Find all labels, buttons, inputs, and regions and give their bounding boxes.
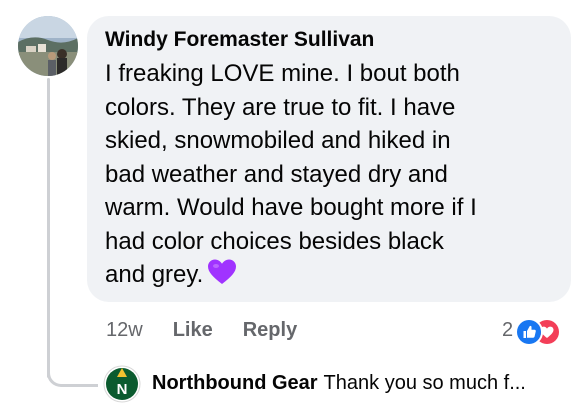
comment-text-line: I freaking LOVE mine. I bout both [105,60,460,87]
comment-author[interactable]: Windy Foremaster Sullivan [105,26,553,54]
comment-text-line: and grey. [105,261,204,288]
northbound-logo-icon: N [103,365,141,403]
reaction-summary[interactable]: 2 [502,316,562,346]
comment-text-line: skied, snowmobiled and hiked in [105,127,451,154]
purple-heart-icon [207,258,237,296]
reply-button[interactable]: Reply [243,319,297,342]
like-icon [515,318,544,346]
reaction-count: 2 [502,318,514,341]
comment-text-line: colors. They are true to fit. I have [105,93,456,121]
reply-preview[interactable]: Northbound Gear Thank you so much f... [152,368,526,398]
reply-avatar[interactable]: N [103,365,141,403]
comment-text-line: bad weather and stayed dry and [105,160,448,188]
commenter-avatar[interactable] [18,16,78,76]
comment-text-line: had color choices besides black [105,227,444,255]
reply-text-preview: Thank you so much f... [323,371,526,394]
comment-timestamp[interactable]: 12w [106,319,143,342]
comment-bubble: Windy Foremaster Sullivan I freaking LOV… [87,16,571,302]
comment-text: I freaking LOVE mine. I bout both colors… [105,57,545,296]
comment-actions: 12w Like Reply [106,316,327,344]
logo-letter: N [117,381,128,398]
avatar-photo [18,16,78,76]
comment-text-last-line: and grey. [105,258,545,296]
reply-connector [47,330,98,387]
reaction-icons [515,317,562,346]
comment-text-line: warm. Would have bought more if I [105,194,477,221]
like-button[interactable]: Like [173,319,213,342]
reply-author[interactable]: Northbound Gear [152,372,318,395]
